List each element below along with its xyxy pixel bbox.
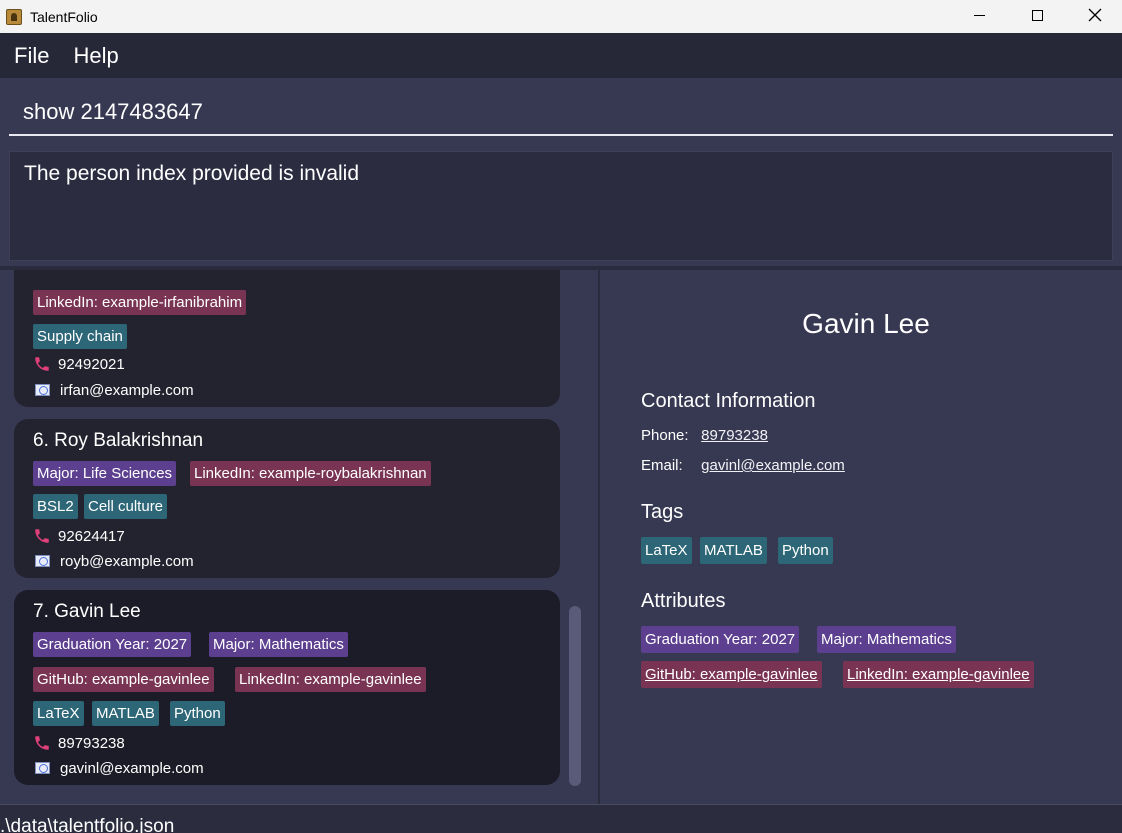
phone-number: 92624417 xyxy=(58,527,125,545)
email-line: royb@example.com xyxy=(33,551,194,571)
tags-section-title: Tags xyxy=(641,501,684,523)
phone-line: 92624417 xyxy=(33,526,125,546)
menu-file[interactable]: File xyxy=(14,43,49,69)
email-address: gavinl@example.com xyxy=(60,759,204,777)
tag-skill: MATLAB xyxy=(92,701,159,726)
email-address: irfan@example.com xyxy=(60,381,194,399)
person-detail-panel: Gavin Lee Contact Information Phone: 897… xyxy=(600,270,1122,804)
menu-bar: File Help xyxy=(0,33,1122,78)
tag-linkedin: LinkedIn: example-gavinlee xyxy=(235,667,426,692)
phone-link[interactable]: 89793238 xyxy=(701,427,768,444)
attributes-section-title: Attributes xyxy=(641,590,726,612)
tag-skill: Supply chain xyxy=(33,324,127,349)
phone-label: Phone: xyxy=(641,427,689,444)
tag-skill: LaTeX xyxy=(33,701,84,726)
tag-graduation-year: Graduation Year: 2027 xyxy=(33,632,192,657)
minimize-icon xyxy=(973,14,985,16)
tag-github: GitHub: example-gavinlee xyxy=(33,667,214,692)
status-bar: .\data\talentfolio.json xyxy=(0,804,1122,833)
phone-line: 92492021 xyxy=(33,354,125,374)
maximize-button[interactable] xyxy=(1008,0,1066,30)
tag-linkedin: LinkedIn: example-roybalakrishnan xyxy=(190,461,431,486)
phone-icon xyxy=(35,529,49,543)
detail-tag: LaTeX xyxy=(641,537,692,564)
person-card[interactable]: 6. Roy Balakrishnan Major: Life Sciences… xyxy=(14,419,560,578)
email-line: irfan@example.com xyxy=(33,380,194,400)
person-list-panel: LinkedIn: example-irfanibrahim Supply ch… xyxy=(0,270,598,804)
tag-major: Major: Life Sciences xyxy=(33,461,177,486)
email-icon xyxy=(35,555,50,567)
result-message: The person index provided is invalid xyxy=(24,162,360,185)
command-input[interactable] xyxy=(9,90,1113,136)
title-bar: TalentFolio xyxy=(0,0,1122,33)
detail-attribute-github-link[interactable]: GitHub: example-gavinlee xyxy=(641,661,822,688)
person-name: 7. Gavin Lee xyxy=(33,601,141,622)
window-title: TalentFolio xyxy=(30,8,98,25)
status-file-path: .\data\talentfolio.json xyxy=(0,816,175,833)
email-label: Email: xyxy=(641,457,683,474)
detail-phone-row: Phone: 89793238 xyxy=(641,427,768,444)
email-line: gavinl@example.com xyxy=(33,758,204,778)
detail-attribute-linkedin-link[interactable]: LinkedIn: example-gavinlee xyxy=(843,661,1034,688)
maximize-icon xyxy=(1031,9,1043,21)
person-card[interactable]: LinkedIn: example-irfanibrahim Supply ch… xyxy=(14,270,560,407)
detail-attribute-graduation-year: Graduation Year: 2027 xyxy=(641,626,800,653)
detail-attribute-major: Major: Mathematics xyxy=(817,626,956,653)
phone-icon xyxy=(35,357,49,371)
menu-help[interactable]: Help xyxy=(73,43,118,69)
email-link[interactable]: gavinl@example.com xyxy=(701,457,845,474)
app-logo-icon xyxy=(6,8,22,25)
list-scrollbar[interactable] xyxy=(569,606,581,786)
tag-skill: BSL2 xyxy=(33,494,78,519)
contact-section-title: Contact Information xyxy=(641,390,816,412)
detail-email-row: Email: gavinl@example.com xyxy=(641,457,845,474)
phone-number: 92492021 xyxy=(58,355,125,373)
tag-linkedin: LinkedIn: example-irfanibrahim xyxy=(33,290,247,315)
minimize-button[interactable] xyxy=(950,0,1008,30)
tag-major: Major: Mathematics xyxy=(209,632,348,657)
email-address: royb@example.com xyxy=(60,552,194,570)
command-box xyxy=(0,78,1122,145)
detail-person-name: Gavin Lee xyxy=(802,308,930,339)
detail-tag: MATLAB xyxy=(700,537,767,564)
phone-number: 89793238 xyxy=(58,734,125,752)
tag-skill: Python xyxy=(170,701,225,726)
detail-tag: Python xyxy=(778,537,833,564)
close-icon xyxy=(1088,8,1102,22)
person-card-selected[interactable]: 7. Gavin Lee Graduation Year: 2027 Major… xyxy=(14,590,560,785)
phone-line: 89793238 xyxy=(33,733,125,753)
email-icon xyxy=(35,384,50,396)
email-icon xyxy=(35,762,50,774)
phone-icon xyxy=(35,736,49,750)
close-button[interactable] xyxy=(1066,0,1122,30)
person-name: 6. Roy Balakrishnan xyxy=(33,430,204,451)
result-display: The person index provided is invalid xyxy=(9,151,1113,261)
tag-skill: Cell culture xyxy=(84,494,168,519)
